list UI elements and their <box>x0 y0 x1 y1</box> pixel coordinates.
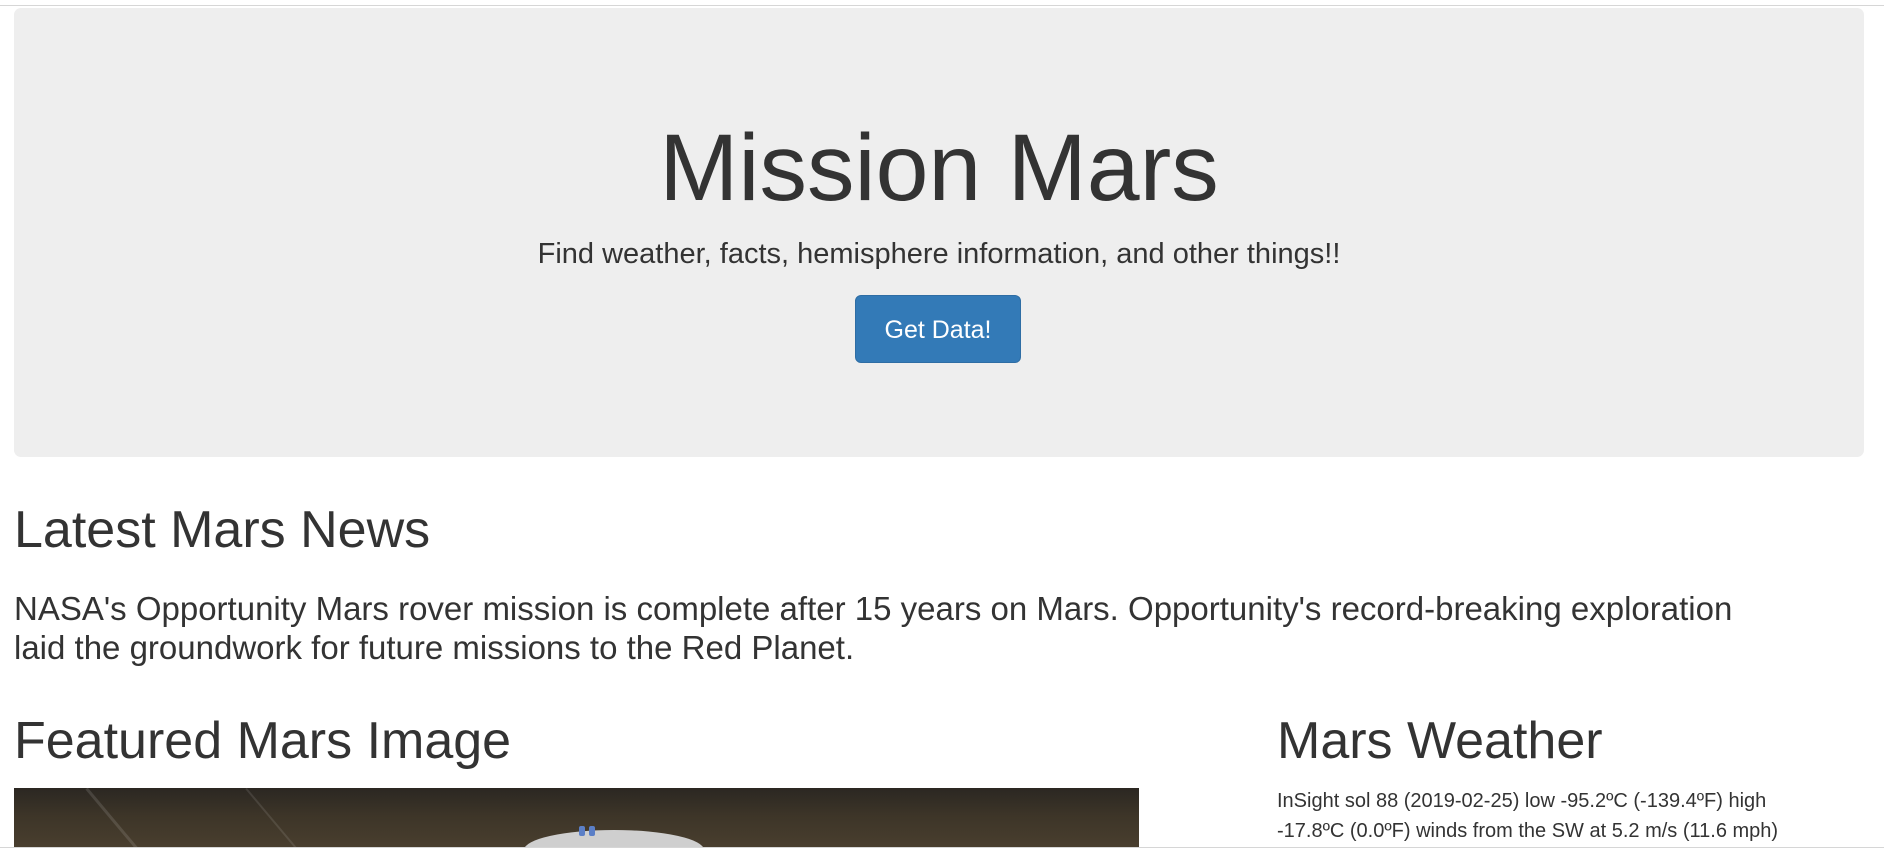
featured-mars-image <box>14 788 1139 850</box>
weather-heading: Mars Weather <box>1277 712 1603 770</box>
news-paragraph: NASA's Opportunity Mars rover mission is… <box>14 590 1733 666</box>
image-shadow-streak <box>85 788 146 850</box>
page-subtitle: Find weather, facts, hemisphere informat… <box>537 238 1341 270</box>
image-shadow-streak <box>245 788 305 850</box>
get-data-button[interactable]: Get Data! <box>855 295 1021 363</box>
rover-detail <box>589 826 595 836</box>
news-heading: Latest Mars News <box>14 501 431 559</box>
featured-image-heading: Featured Mars Image <box>14 712 512 770</box>
top-divider <box>0 0 1884 6</box>
jumbotron: Mission Mars Find weather, facts, hemisp… <box>14 8 1864 457</box>
page: Mission Mars Find weather, facts, hemisp… <box>0 0 1884 850</box>
page-title: Mission Mars <box>659 115 1219 221</box>
weather-report: InSight sol 88 (2019-02-25) low -95.2ºC … <box>1277 790 1779 842</box>
rover-detail <box>579 826 585 836</box>
